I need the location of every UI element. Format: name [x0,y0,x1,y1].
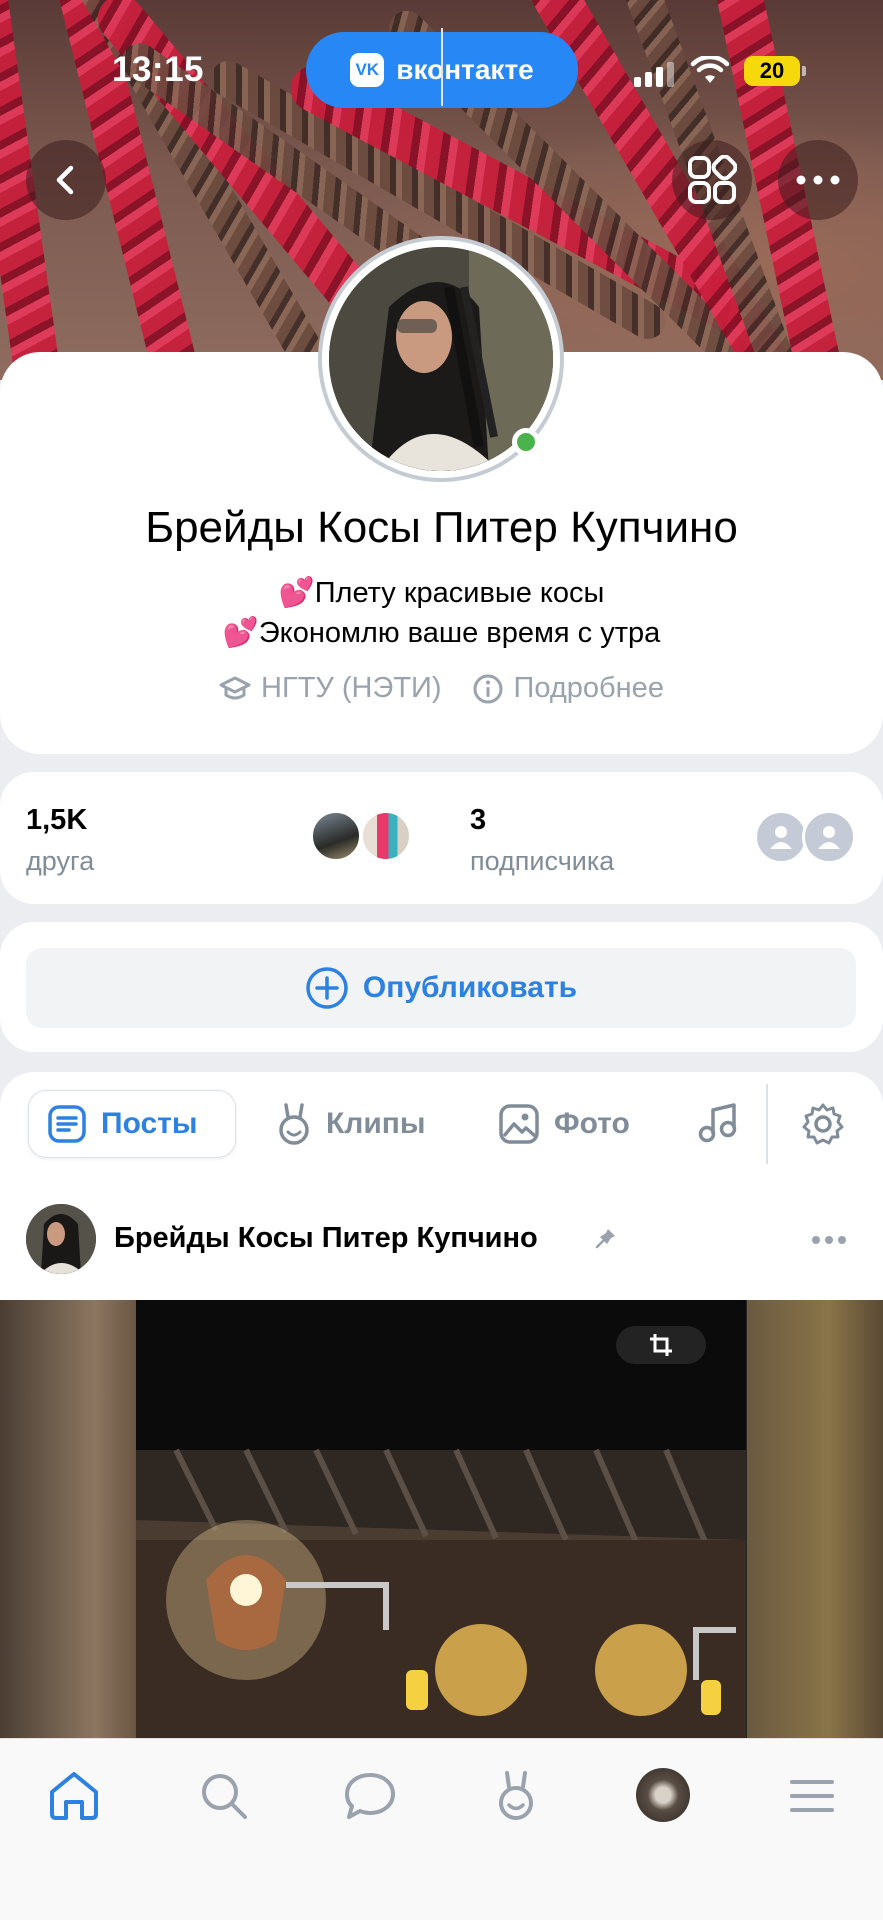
followers-count: 3 [470,804,487,836]
home-icon [50,1772,98,1820]
publish-card: Опубликовать [0,922,883,1052]
tab-clips-label: Клипы [326,1107,426,1140]
services-button[interactable] [672,140,752,220]
stats-divider [441,28,443,106]
nav-home[interactable] [44,1766,104,1826]
status-time: 13:15 [112,50,205,89]
post-more-button[interactable] [812,1236,846,1244]
post-author-name[interactable]: Брейды Косы Питер Купчино [114,1222,538,1255]
bottom-navigation-bar [0,1738,883,1920]
search-icon [202,1774,247,1819]
tab-posts-label: Посты [101,1107,198,1140]
nav-clips[interactable] [486,1766,546,1826]
clips-icon [279,1103,309,1145]
apps-grid-icon [688,155,737,204]
vk-logo-icon: VK [350,53,385,87]
user-icon [770,826,792,849]
crop-badge [616,1326,706,1364]
battery-icon: 20 [744,56,806,86]
music-icon [698,1103,737,1143]
post-author-avatar[interactable] [26,1204,96,1274]
more-options-button[interactable] [778,140,858,220]
nav-profile-avatar[interactable] [636,1768,690,1822]
menu-icon [790,1780,834,1812]
tab-photo[interactable]: Фото [498,1090,630,1158]
plus-circle-icon [306,967,348,1009]
friend-avatar [310,810,362,862]
photo-icon [499,1104,539,1144]
cellular-signal-icon [634,62,674,87]
publish-label: Опубликовать [362,971,578,1004]
profile-bio-line-2: 💕Экономлю ваше время с утра [222,617,661,649]
education-link[interactable]: НГТУ (НЭТИ) [219,672,442,705]
profile-meta-row: НГТУ (НЭТИ) Подробнее [0,672,883,705]
tab-posts[interactable]: Посты [28,1090,236,1158]
education-label: НГТУ (НЭТИ) [261,672,442,704]
graduation-cap-icon [219,676,251,699]
profile-bio-line-1: 💕Плету красивые косы [278,577,605,609]
follower-avatar-placeholder [802,810,856,864]
followers-label: подписчика [470,846,615,876]
tab-clips[interactable]: Клипы [276,1090,426,1158]
user-icon [818,826,840,849]
profile-stats-card [0,772,883,904]
friends-count: 1,5K [26,804,88,836]
tab-photo-label: Фото [554,1107,630,1140]
pin-icon [595,1229,615,1249]
tabs-divider [766,1084,768,1164]
publish-button[interactable]: Опубликовать [26,948,856,1028]
more-info-link[interactable]: Подробнее [472,672,664,705]
wifi-icon [690,56,730,83]
gear-icon [802,1103,844,1145]
post-image[interactable] [0,1300,883,1740]
nav-messages[interactable] [340,1766,400,1826]
nav-menu[interactable] [782,1766,842,1826]
tabs-settings-button[interactable] [800,1090,846,1158]
posts-icon [48,1105,86,1143]
tab-music[interactable] [696,1090,740,1158]
follower-avatar-placeholder [754,810,808,864]
friend-avatar [360,810,412,862]
nav-search[interactable] [194,1766,254,1826]
messages-icon [345,1773,395,1819]
chevron-left-icon [56,165,74,195]
crop-icon [650,1334,672,1356]
friends-label: друга [26,846,95,876]
back-button[interactable] [26,140,106,220]
online-status-indicator [512,428,540,456]
battery-level: 20 [759,58,785,83]
vk-app-label: вконтакте [396,54,534,85]
info-icon [473,674,503,703]
clips-icon [499,1771,533,1820]
profile-name: Брейды Косы Питер Купчино [145,503,738,552]
more-horizontal-icon [796,175,840,185]
more-info-label: Подробнее [513,672,664,704]
